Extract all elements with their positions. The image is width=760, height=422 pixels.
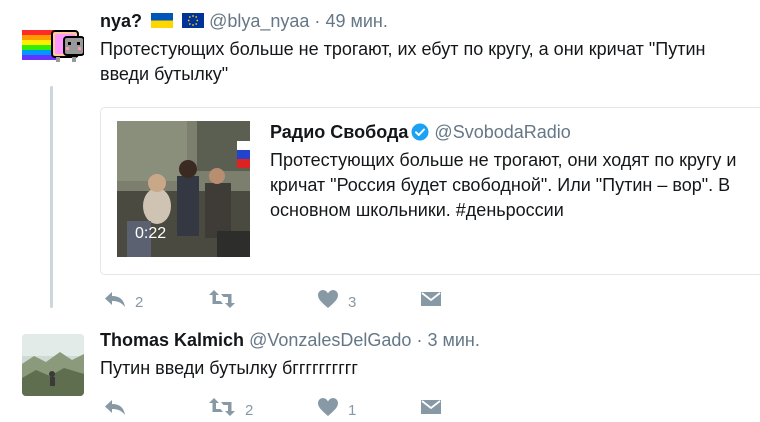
tweet-header: Thomas Kalmich @VonzalesDelGado · 3 мин. [100,330,480,351]
quoted-tweet[interactable]: 0:22 Радио Свобода @SvobodaRadio Протест… [100,107,760,275]
envelope-icon [421,400,441,414]
video-thumbnail[interactable]: 0:22 [117,121,250,257]
like-button[interactable]: 1 [317,392,356,422]
timestamp[interactable]: 3 мин. [427,330,479,350]
display-name[interactable]: nya? [100,11,142,31]
video-duration: 0:22 [135,225,167,242]
quoted-tweet-text: Протестующих больше не трогают, они ходя… [270,150,737,220]
reply-button[interactable]: 2 [104,284,143,314]
nyan-cat-avatar-icon [22,30,84,62]
retweet-button[interactable]: 2 [208,392,253,422]
user-handle[interactable]: @blya_nyaa [209,11,309,31]
user-handle[interactable]: @VonzalesDelGado [249,330,411,350]
ukraine-flag-icon [151,12,174,28]
timestamp[interactable]: 49 мин. [325,11,387,31]
avatar[interactable] [22,22,84,66]
separator-dot: · [416,330,423,350]
tweet-text: Путин введи бутылку бгггггггггг [100,358,358,378]
reply-icon [105,292,125,307]
thread-connector-line [50,86,53,308]
tweet-header: nya? @blya_nyaa · 49 мин. [100,11,388,32]
verified-badge-icon [411,123,429,141]
retweet-count: 2 [245,401,254,419]
tweet-text: Протестующих больше не трогают, их ебут … [100,39,706,84]
quoted-user-handle[interactable]: @SvobodaRadio [434,122,570,142]
reply-button[interactable] [104,392,135,422]
like-count: 3 [348,293,357,311]
reply-count: 2 [135,293,144,311]
retweet-button[interactable] [208,284,245,314]
like-button[interactable]: 3 [317,284,356,314]
tweet[interactable]: nya? @blya_nyaa · 49 мин. Протестующих б… [0,0,760,318]
quoted-tweet-header: Радио Свобода @SvobodaRadio [270,122,571,143]
retweet-icon [209,290,235,308]
reply-icon [105,400,125,415]
heart-icon [318,398,338,416]
landscape-photo-avatar-icon [22,334,84,396]
eu-flag-icon [182,12,205,28]
retweet-icon [209,398,235,416]
heart-icon [318,290,338,308]
avatar[interactable] [22,334,84,396]
direct-message-button[interactable] [420,392,442,422]
quoted-display-name[interactable]: Радио Свобода [270,122,408,142]
envelope-icon [421,292,441,306]
separator-dot: · [314,11,321,31]
like-count: 1 [348,401,357,419]
direct-message-button[interactable] [420,284,442,314]
display-name[interactable]: Thomas Kalmich [100,330,244,350]
